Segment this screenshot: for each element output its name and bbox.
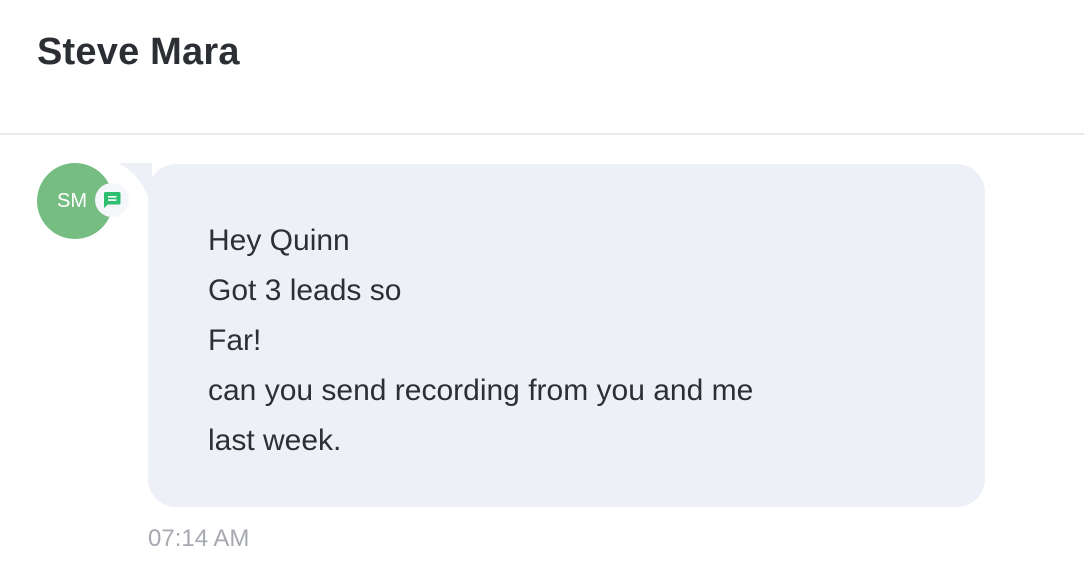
message-timestamp: 07:14 AM — [148, 525, 250, 552]
message-bubble[interactable]: Hey Quinn Got 3 leads so Far! can you se… — [148, 164, 985, 507]
sms-chat-icon — [103, 192, 121, 208]
conversation-view: Steve Mara SM Hey Quinn Got 3 leads so F… — [0, 0, 1084, 576]
message-line: Far! — [208, 324, 262, 357]
message-line: Got 3 leads so — [208, 274, 402, 307]
message-thread: SM Hey Quinn Got 3 leads so Far! can you… — [0, 137, 1084, 576]
message-line: Hey Quinn — [208, 224, 350, 257]
avatar-initials: SM — [57, 189, 87, 212]
message-line: last week. — [208, 424, 342, 457]
channel-badge — [95, 183, 129, 217]
conversation-header: Steve Mara — [0, 0, 1084, 135]
message-line: can you send recording from you and me — [208, 374, 754, 407]
contact-name[interactable]: Steve Mara — [37, 30, 240, 74]
